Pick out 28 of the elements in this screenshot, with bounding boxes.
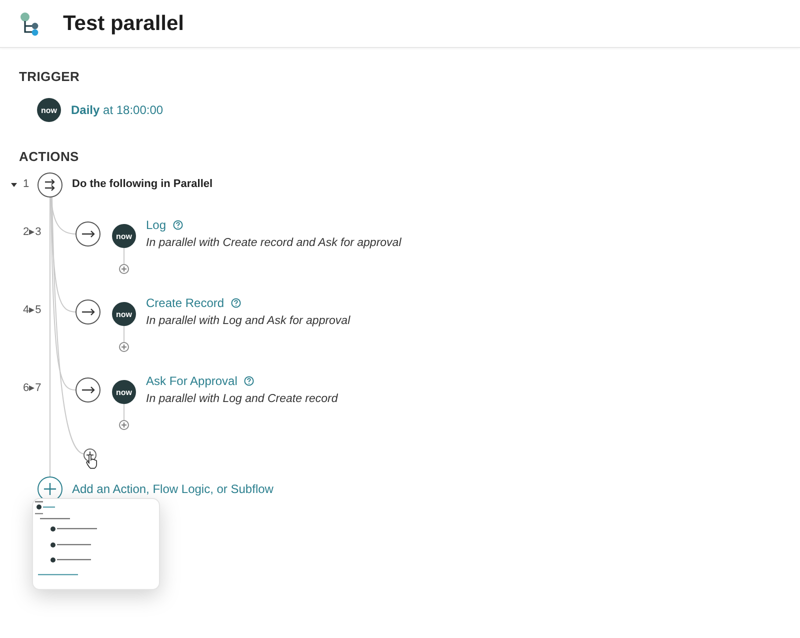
step-range: 2▸3	[23, 225, 42, 238]
trigger-link[interactable]: Daily at 18:00:00	[71, 103, 164, 117]
action-link[interactable]: Log	[146, 218, 166, 232]
step-number: 1	[23, 178, 30, 190]
now-logo-icon: now	[112, 302, 136, 326]
action-description: In parallel with Log and Create record	[146, 393, 338, 405]
now-logo-icon: now	[37, 98, 61, 122]
action-link[interactable]: Create Record	[146, 296, 224, 310]
add-icon[interactable]	[119, 264, 129, 274]
now-logo-icon: now	[112, 380, 136, 404]
step-range: 6▸7	[23, 381, 42, 394]
add-icon[interactable]	[119, 420, 129, 430]
help-icon[interactable]	[173, 220, 184, 230]
parallel-icon[interactable]	[37, 172, 63, 198]
help-icon[interactable]	[244, 376, 254, 386]
flow-title: Test parallel	[63, 12, 184, 36]
add-icon[interactable]	[119, 342, 129, 352]
step-range: 4▸5	[23, 303, 42, 316]
action-link[interactable]: Ask For Approval	[146, 374, 238, 388]
help-icon[interactable]	[231, 298, 242, 308]
flow-icon	[20, 12, 40, 36]
caret-icon[interactable]	[11, 182, 17, 188]
section-heading: ACTIONS	[19, 149, 80, 164]
flow-logic-label[interactable]: Do the following in Parallel	[72, 178, 213, 190]
action-description: In parallel with Create record and Ask for approval	[146, 237, 402, 249]
action-description: In parallel with Log and Ask for approval	[146, 315, 350, 327]
now-logo-icon: now	[112, 224, 136, 248]
section-heading: TRIGGER	[19, 69, 81, 84]
